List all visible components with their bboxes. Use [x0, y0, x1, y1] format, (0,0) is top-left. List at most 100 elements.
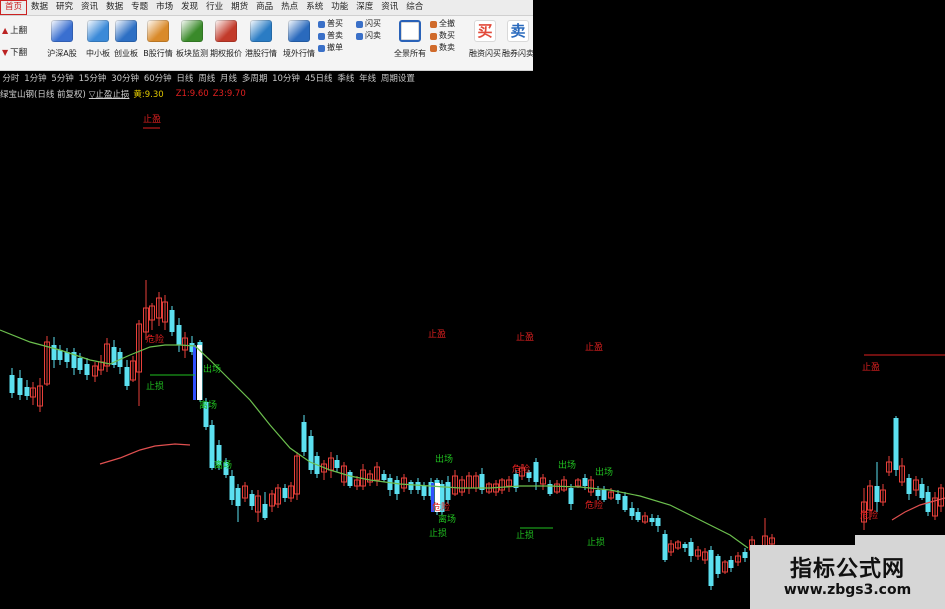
tool-label: B股行情	[143, 49, 173, 58]
menu-item[interactable]: 数据	[102, 0, 127, 15]
tool-label: 创业板	[114, 49, 138, 58]
period-tab[interactable]: 年线	[357, 72, 379, 86]
tool-button[interactable]: 期权报价	[208, 18, 244, 68]
signal-label: 出场	[203, 363, 221, 375]
trade-button[interactable]: 数卖	[430, 42, 464, 54]
moving-average-line-rising	[99, 443, 191, 465]
signal-label: 止盈	[428, 328, 446, 340]
period-tab[interactable]: 周线	[196, 72, 218, 86]
candle-body	[601, 490, 607, 500]
menu-item[interactable]: 研究	[52, 0, 77, 15]
menu-item[interactable]: 商品	[252, 0, 277, 15]
signal-label: 危险	[432, 501, 450, 513]
menu-item[interactable]: 期货	[227, 0, 252, 15]
trade-button[interactable]: 普卖	[318, 30, 352, 42]
menu-item[interactable]: 首页	[0, 0, 28, 15]
tool-button[interactable]: 港股行情	[243, 18, 279, 68]
stock-title: 绿宝山钢(日线 前复权)	[0, 89, 86, 100]
period-tab[interactable]: 季线	[335, 72, 357, 86]
menu-bar: 首页 数据 研究 资讯 数据 专题 市场 发现 行业 期货 商品 热点 系统 功能 深度 资讯 综合	[0, 0, 533, 16]
period-tab[interactable]: 日线	[174, 72, 196, 86]
trade-button[interactable]: 闪卖	[356, 30, 390, 42]
candle-body	[308, 436, 314, 470]
signal-label: 出场	[435, 453, 453, 465]
period-tab[interactable]: 60分钟	[141, 72, 174, 86]
tool-button[interactable]: 沪深A股	[44, 18, 80, 68]
candle-body	[682, 544, 688, 548]
trade-button[interactable]: 普买	[318, 18, 352, 30]
signal-label: 止盈	[143, 113, 161, 125]
margin-sell-button[interactable]: 卖融券闪卖	[500, 18, 536, 68]
menu-item[interactable]: 系统	[302, 0, 327, 15]
period-tab[interactable]: 多周期	[239, 72, 269, 86]
signal-label: 出场	[558, 459, 576, 471]
all-positions-button[interactable]: 全景所有	[392, 18, 428, 68]
indicator-value-z1: Z1:9.60	[175, 88, 209, 99]
indicator-value-z3: Z3:9.70	[212, 88, 246, 99]
trade-icon	[356, 32, 363, 40]
period-tab[interactable]: 15分钟	[76, 72, 109, 86]
candle-body	[715, 556, 721, 574]
period-tab[interactable]: 5分钟	[49, 72, 76, 86]
period-tab[interactable]: 45日线	[302, 72, 335, 86]
tool-button[interactable]: 板块监测	[174, 18, 210, 68]
trade-char-icon: 买	[474, 20, 496, 42]
tool-label: 境外行情	[283, 49, 315, 58]
signal-label: 止盈	[516, 331, 534, 343]
candle-body	[568, 488, 574, 504]
menu-item[interactable]: 行业	[202, 0, 227, 15]
page-down-button[interactable]: ▼ 下翻	[2, 42, 42, 64]
trade-button[interactable]: 闪买	[356, 18, 390, 30]
menu-item[interactable]: 资讯	[77, 0, 102, 15]
menu-item[interactable]: 专题	[127, 0, 152, 15]
signal-label: 止损	[429, 527, 447, 539]
candle-body	[57, 350, 63, 360]
menu-item[interactable]: 深度	[352, 0, 377, 15]
margin-buy-button[interactable]: 买融资闪买	[467, 18, 503, 68]
period-tab[interactable]: 1分钟	[22, 72, 49, 86]
tool-button[interactable]: 创业板	[108, 18, 144, 68]
candle-body	[708, 550, 714, 586]
candle-body	[408, 482, 414, 490]
period-tab[interactable]: 周期设置	[379, 72, 418, 86]
period-tab[interactable]: 10分钟	[270, 72, 303, 86]
menu-item[interactable]: 功能	[327, 0, 352, 15]
highlight-bar-edge	[193, 345, 196, 400]
trade-char-icon: 卖	[507, 20, 529, 42]
menu-item[interactable]: 综合	[402, 0, 427, 15]
indicator-selector[interactable]: ▽止盈止损	[89, 88, 130, 100]
period-tab[interactable]: 分时	[0, 72, 22, 86]
tool-icon	[250, 20, 272, 42]
menu-item[interactable]: 市场	[152, 0, 177, 15]
trade-button-group: 全撤 数买 数卖	[430, 18, 464, 54]
menu-item[interactable]: 发现	[177, 0, 202, 15]
candle-body	[9, 375, 15, 393]
menu-item[interactable]: 数据	[27, 0, 52, 15]
tool-button[interactable]: 境外行情	[281, 18, 317, 68]
signal-label: 离场	[438, 513, 456, 525]
trade-label: 普买	[327, 19, 343, 28]
period-bar: 分时 1分钟 5分钟 15分钟 30分钟 60分钟 日线 周线 月线 多周期 10分钟 45日线 季线年…	[0, 72, 417, 86]
signal-label: 止损	[516, 529, 534, 541]
signal-label: 危险	[860, 509, 878, 521]
menu-item[interactable]: 热点	[277, 0, 302, 15]
signal-label: 止盈	[585, 341, 603, 353]
tool-icon	[288, 20, 310, 42]
candle-body	[77, 358, 83, 370]
trade-icon	[430, 44, 437, 52]
candle-body	[84, 364, 90, 375]
candle-body	[176, 325, 182, 345]
page-up-button[interactable]: ▲ 上翻	[2, 20, 42, 42]
trade-button[interactable]: 全撤	[430, 18, 464, 30]
trade-icon	[430, 32, 437, 40]
trade-button[interactable]: 数买	[430, 30, 464, 42]
menu-item[interactable]: 资讯	[377, 0, 402, 15]
trade-button[interactable]: 撤单	[318, 42, 352, 54]
candlestick-chart[interactable]: 止盈危险止损出场离场止盈 止盈止盈出场危险离场止损出场出场危险止损危险止损止盈危险…	[0, 100, 945, 609]
period-tab[interactable]: 月线	[218, 72, 240, 86]
candle-body	[17, 378, 23, 395]
tool-button[interactable]: B股行情	[140, 18, 176, 68]
candle-body	[51, 345, 57, 360]
tool-icon	[181, 20, 203, 42]
period-tab[interactable]: 30分钟	[109, 72, 142, 86]
